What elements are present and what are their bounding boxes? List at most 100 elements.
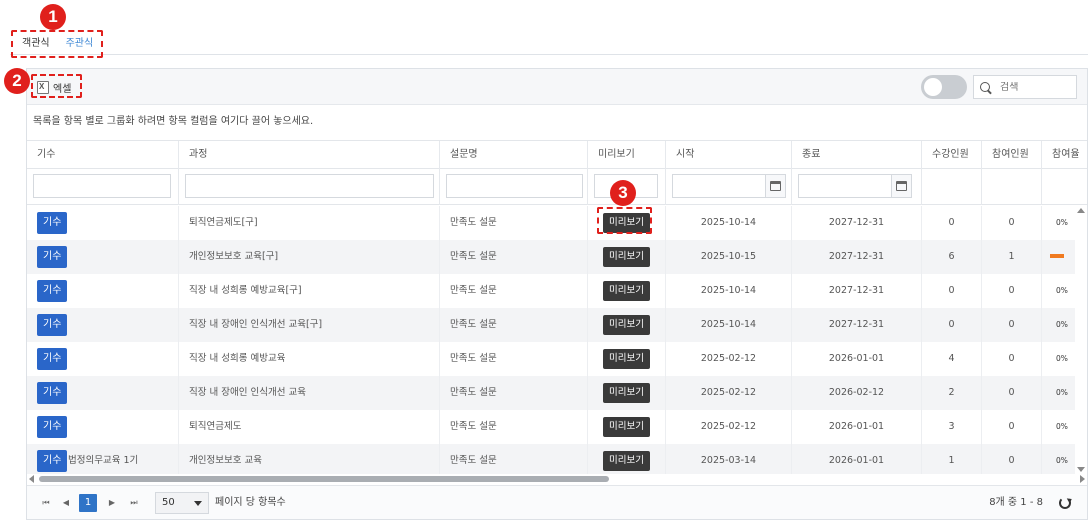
batch-button[interactable]: 기수 xyxy=(37,348,68,370)
rate-label: 0% xyxy=(1056,456,1068,465)
horizontal-scrollbar-thumb[interactable] xyxy=(39,476,609,482)
refresh-icon[interactable] xyxy=(1059,497,1071,509)
course-cell: 개인정보보호 교육[구] xyxy=(179,240,440,274)
table-row[interactable]: 기수 법정의무교육 1기 개인정보보호 교육 만족도 설문 미리보기 2025-0… xyxy=(27,444,1075,474)
participants-cell: 0 xyxy=(982,274,1042,308)
batch-button[interactable]: 기수 xyxy=(37,246,68,268)
scroll-right-arrow-icon[interactable] xyxy=(1080,475,1085,483)
column-header-preview[interactable]: 미리보기 xyxy=(588,141,666,169)
excel-export-button[interactable]: 엑셀 xyxy=(37,78,71,96)
tab-objective[interactable]: 객관식 xyxy=(14,34,58,56)
participants-cell: 1 xyxy=(982,240,1042,274)
column-header-enrolled[interactable]: 수강인원 xyxy=(922,141,982,169)
preview-button[interactable]: 미리보기 xyxy=(603,314,650,335)
scroll-up-arrow-icon[interactable] xyxy=(1077,208,1085,213)
enrolled-cell: 1 xyxy=(922,444,982,474)
previous-page-button[interactable]: ◀ xyxy=(57,494,75,512)
chevron-down-icon xyxy=(194,501,202,506)
start-date-cell: 2025-02-12 xyxy=(666,410,792,444)
column-header-participants[interactable]: 참여인원 xyxy=(982,141,1042,169)
vertical-scrollbar[interactable] xyxy=(1075,206,1087,474)
preview-button[interactable]: 미리보기 xyxy=(603,450,650,471)
column-header-end[interactable]: 종료 xyxy=(792,141,922,169)
current-page-button[interactable]: 1 xyxy=(79,494,97,512)
search-input[interactable] xyxy=(1000,81,1070,93)
tab-subjective[interactable]: 주관식 xyxy=(58,34,102,56)
column-header-survey[interactable]: 설문명 xyxy=(440,141,588,169)
filter-course-input[interactable] xyxy=(185,174,434,198)
end-date-cell: 2026-02-12 xyxy=(792,376,922,410)
preview-button[interactable]: 미리보기 xyxy=(603,416,650,437)
preview-button[interactable]: 미리보기 xyxy=(603,382,650,403)
horizontal-scrollbar[interactable] xyxy=(27,474,1087,484)
table-row[interactable]: 기수 퇴직연금제도[구] 만족도 설문 미리보기 2025-10-14 2027… xyxy=(27,206,1075,240)
preview-button[interactable]: 미리보기 xyxy=(603,246,650,267)
course-cell: 직장 내 장애인 인식개선 교육[구] xyxy=(179,308,440,342)
course-cell: 직장 내 성희롱 예방교육 xyxy=(179,342,440,376)
filter-cell-rate xyxy=(1042,169,1088,205)
start-date-cell: 2025-03-14 xyxy=(666,444,792,474)
callout-badge-2: 2 xyxy=(4,68,30,94)
course-cell: 개인정보보호 교육 xyxy=(179,444,440,474)
batch-button[interactable]: 기수 xyxy=(37,382,68,404)
participants-cell: 0 xyxy=(982,444,1042,474)
filter-survey-input[interactable] xyxy=(446,174,583,198)
batch-button[interactable]: 기수 xyxy=(37,450,68,472)
column-header-rate[interactable]: 참여율 xyxy=(1042,141,1088,169)
tabs-divider xyxy=(10,54,1088,55)
batch-button[interactable]: 기수 xyxy=(37,212,68,234)
group-by-drop-area[interactable]: 목록을 항목 별로 그룹화 하려면 항목 컬럼을 여기다 끌어 놓으세요. xyxy=(27,105,1087,141)
survey-cell: 만족도 설문 xyxy=(440,240,588,274)
table-row[interactable]: 기수 개인정보보호 교육[구] 만족도 설문 미리보기 2025-10-15 2… xyxy=(27,240,1075,274)
page-size-value: 50 xyxy=(162,497,175,508)
survey-type-tabs: 객관식 주관식 xyxy=(14,34,101,56)
survey-cell: 만족도 설문 xyxy=(440,308,588,342)
toggle-switch[interactable] xyxy=(921,75,967,99)
end-date-cell: 2027-12-31 xyxy=(792,274,922,308)
end-date-cell: 2026-01-01 xyxy=(792,444,922,474)
search-icon xyxy=(980,82,990,92)
first-page-button[interactable]: ⏮ xyxy=(37,494,55,512)
participants-cell: 0 xyxy=(982,206,1042,240)
table-row[interactable]: 기수 직장 내 장애인 인식개선 교육[구] 만족도 설문 미리보기 2025-… xyxy=(27,308,1075,342)
end-date-picker-button[interactable] xyxy=(892,174,912,198)
batch-button[interactable]: 기수 xyxy=(37,280,68,302)
filter-cell-participants xyxy=(982,169,1042,205)
last-page-button[interactable]: ⏭ xyxy=(125,494,143,512)
filter-cell-start xyxy=(666,169,792,205)
filter-row xyxy=(27,169,1087,205)
grid-toolbar: 엑셀 xyxy=(27,69,1087,105)
filter-end-input[interactable] xyxy=(798,174,892,198)
scroll-left-arrow-icon[interactable] xyxy=(29,475,34,483)
rate-label: 0% xyxy=(1056,388,1068,397)
column-header-batch[interactable]: 기수 xyxy=(27,141,179,169)
rate-label: 0% xyxy=(1056,320,1068,329)
batch-button[interactable]: 기수 xyxy=(37,416,68,438)
table-row[interactable]: 기수 직장 내 성희롱 예방교육 만족도 설문 미리보기 2025-02-12 … xyxy=(27,342,1075,376)
end-date-cell: 2026-01-01 xyxy=(792,410,922,444)
start-date-cell: 2025-10-14 xyxy=(666,308,792,342)
end-date-cell: 2027-12-31 xyxy=(792,308,922,342)
start-date-picker-button[interactable] xyxy=(766,174,786,198)
start-date-cell: 2025-10-14 xyxy=(666,274,792,308)
filter-batch-input[interactable] xyxy=(33,174,171,198)
preview-button[interactable]: 미리보기 xyxy=(603,280,650,301)
course-cell: 직장 내 장애인 인식개선 교육 xyxy=(179,376,440,410)
next-page-button[interactable]: ▶ xyxy=(103,494,121,512)
filter-cell-enrolled xyxy=(922,169,982,205)
page-size-select[interactable]: 50 xyxy=(155,492,209,514)
table-row[interactable]: 기수 직장 내 장애인 인식개선 교육 만족도 설문 미리보기 2025-02-… xyxy=(27,376,1075,410)
table-row[interactable]: 기수 퇴직연금제도 만족도 설문 미리보기 2025-02-12 2026-01… xyxy=(27,410,1075,444)
table-row[interactable]: 기수 직장 내 성희롱 예방교육[구] 만족도 설문 미리보기 2025-10-… xyxy=(27,274,1075,308)
enrolled-cell: 4 xyxy=(922,342,982,376)
preview-button[interactable]: 미리보기 xyxy=(603,348,650,369)
pager: ⏮ ◀ 1 ▶ ⏭ 50 페이지 당 항목수 8개 중 1 - 8 xyxy=(27,485,1087,519)
filter-start-input[interactable] xyxy=(672,174,766,198)
enrolled-cell: 3 xyxy=(922,410,982,444)
column-header-course[interactable]: 과정 xyxy=(179,141,440,169)
preview-button[interactable]: 미리보기 xyxy=(603,212,650,233)
rate-progress-bar xyxy=(1050,254,1064,258)
scroll-down-arrow-icon[interactable] xyxy=(1077,467,1085,472)
column-header-start[interactable]: 시작 xyxy=(666,141,792,169)
batch-button[interactable]: 기수 xyxy=(37,314,68,336)
